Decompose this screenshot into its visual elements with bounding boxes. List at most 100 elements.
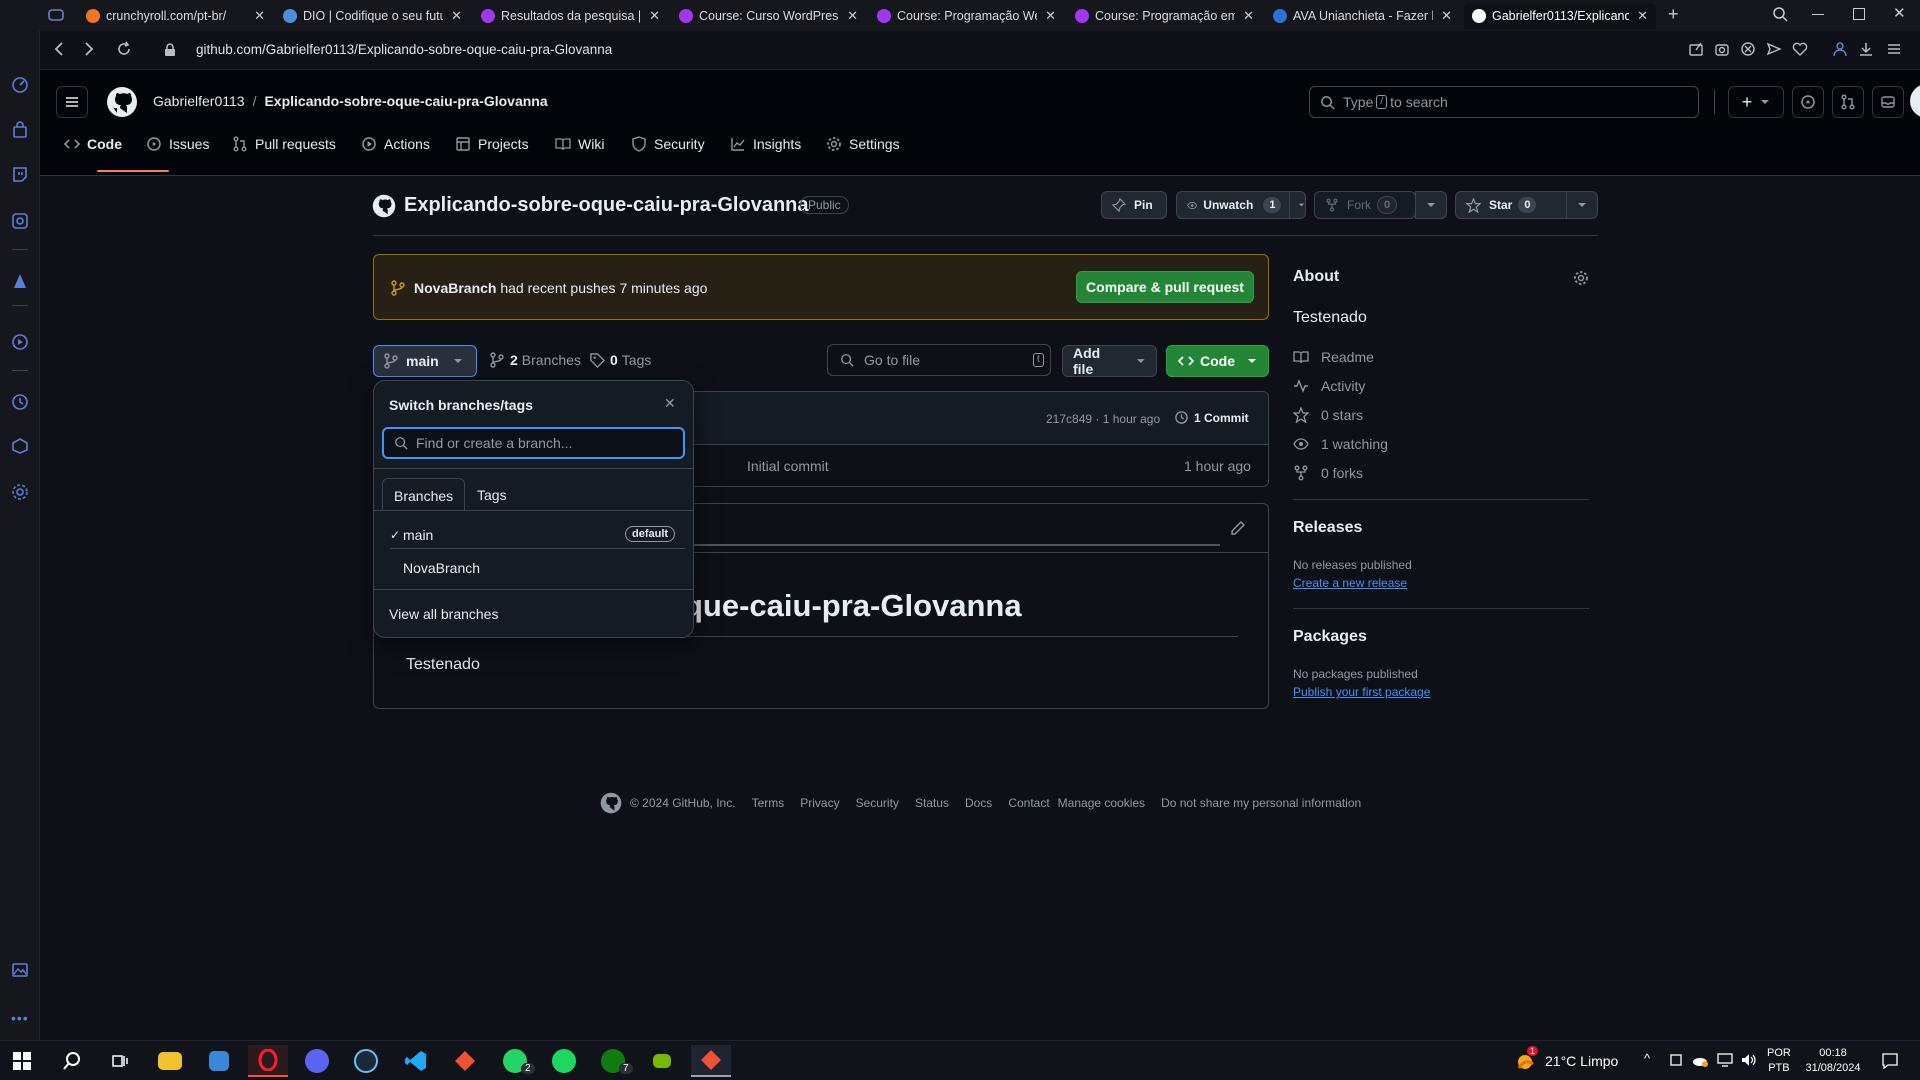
wallpaper-icon[interactable] [11,961,29,979]
github-logo-icon[interactable] [600,792,622,814]
browser-tab[interactable]: crunchyroll.com/pt-br/ ✕ [78,3,273,29]
github-logo-icon[interactable] [106,86,138,118]
shopping-icon[interactable] [11,121,29,139]
branch-item-novabranch[interactable]: NovaBranch [382,551,685,583]
branch-search-input[interactable]: Find or create a branch... [382,427,685,459]
vscode-icon[interactable] [396,1045,436,1077]
create-new-button[interactable]: + [1728,86,1784,118]
repo-link[interactable]: Explicando-sobre-oque-caiu-pra-Glovanna [264,93,547,109]
browser-tab[interactable]: Course: Programação em P ✕ [1067,3,1262,29]
branch-select-button[interactable]: main [373,345,477,377]
adblock-icon[interactable] [1740,41,1756,57]
stars-link[interactable]: 0 stars [1293,407,1363,423]
browser-tab[interactable]: DIO | Codifique o seu futur ✕ [275,3,470,29]
fork-dropdown-button[interactable] [1415,191,1447,219]
player-icon[interactable] [11,333,29,351]
tab-tags[interactable]: Tags [477,487,507,503]
commit-message[interactable]: Initial commit [747,458,829,474]
footer-link-status[interactable]: Status [915,796,949,810]
tab-projects[interactable]: Projects [455,130,529,158]
task-view-icon[interactable] [100,1045,140,1077]
more-icon[interactable]: ••• [11,1010,29,1026]
snapshot-icon[interactable] [1714,41,1730,57]
close-tab-icon[interactable]: ✕ [847,8,858,24]
about-settings-icon[interactable] [1573,270,1589,286]
activity-link[interactable]: Activity [1293,378,1365,394]
tab-settings[interactable]: Settings [826,130,900,158]
pull-requests-button[interactable] [1832,86,1864,118]
forks-link[interactable]: 0 forks [1293,465,1363,481]
weather-text[interactable]: 21°C Limpo [1545,1053,1618,1069]
go-to-file-input[interactable]: Go to file t [827,344,1051,376]
tab-branches[interactable]: Branches [382,478,465,511]
url-text[interactable]: github.com/Gabrielfer0113/Explicando-sob… [196,42,612,57]
edit-readme-icon[interactable] [1230,520,1246,536]
network-icon[interactable] [1717,1053,1733,1067]
restore-icon[interactable] [1853,8,1865,20]
lock-icon[interactable] [164,43,176,57]
onedrive-icon[interactable] [1692,1053,1708,1067]
code-button[interactable]: Code [1166,345,1269,377]
tab-issues[interactable]: Issues [146,130,209,158]
tab-pull-requests[interactable]: Pull requests [232,130,336,158]
spotify-icon[interactable] [544,1045,584,1077]
inbox-button[interactable] [1872,86,1904,118]
branches-link[interactable]: 2 Branches [490,352,581,368]
back-icon[interactable] [52,41,66,57]
speed-dial-icon[interactable] [11,76,29,94]
discord-icon[interactable] [297,1045,337,1077]
pin-button[interactable]: Pin [1101,191,1167,219]
add-file-button[interactable]: Add file [1062,345,1157,377]
opera-icon[interactable] [248,1045,288,1077]
search-icon[interactable] [52,1045,92,1077]
tab-wiki[interactable]: Wiki [555,130,604,158]
new-tab-button[interactable]: + [1668,4,1679,25]
issues-button[interactable] [1792,86,1824,118]
releases-title[interactable]: Releases [1293,519,1362,537]
footer-link-privacy[interactable]: Privacy [800,796,839,810]
nvidia-icon[interactable] [642,1045,682,1077]
footer-link-terms[interactable]: Terms [752,796,785,810]
avatar[interactable] [1910,84,1920,118]
footer-link-contact[interactable]: Contact [1008,796,1049,810]
language-indicator[interactable]: POR PTB [1767,1046,1791,1076]
browser-tab[interactable]: Resultados da pesquisa | Ud ✕ [473,3,668,29]
tab-security[interactable]: Security [631,130,705,158]
show-hidden-icons-icon[interactable]: ^ [1644,1051,1650,1066]
git-icon[interactable] [445,1045,485,1077]
tab-code[interactable]: Code [64,130,122,158]
packages-title[interactable]: Packages [1293,628,1367,646]
git-gui-icon[interactable] [691,1045,731,1077]
browser-tab-active[interactable]: Gabrielfer0113/Explicando ✕ [1464,3,1656,29]
footer-link-docs[interactable]: Docs [965,796,992,810]
publish-package-link[interactable]: Publish your first package [1293,685,1430,699]
menu-button[interactable] [56,86,88,118]
profile-icon[interactable] [1832,41,1848,57]
close-tab-icon[interactable]: ✕ [1637,8,1648,24]
workspaces-icon[interactable] [48,8,64,22]
tray-app-icon[interactable] [1669,1053,1683,1067]
close-tab-icon[interactable]: ✕ [1045,8,1056,24]
notification-icon[interactable] [1881,1052,1899,1070]
clock[interactable]: 00:18 31/08/2024 [1803,1046,1863,1076]
star-dropdown-button[interactable] [1566,191,1598,219]
settings-icon[interactable] [11,483,29,501]
commits-link[interactable]: 1 Commit [1174,410,1249,425]
microsoft-store-icon[interactable] [199,1045,239,1077]
ai-icon[interactable] [11,212,29,230]
send-icon[interactable] [1766,41,1782,57]
close-tab-icon[interactable]: ✕ [1441,8,1452,24]
file-explorer-icon[interactable] [150,1045,190,1077]
extensions-icon[interactable] [11,437,29,455]
create-release-link[interactable]: Create a new release [1293,576,1407,590]
view-all-branches-link[interactable]: View all branches [389,606,498,622]
repo-title[interactable]: Explicando-sobre-oque-caiu-pra-Glovanna [404,194,809,217]
tags-link[interactable]: 0 Tags [590,352,651,368]
download-icon[interactable] [1858,41,1874,57]
search-input[interactable]: Type / to search [1309,86,1699,118]
aria-icon[interactable] [11,272,29,290]
reload-icon[interactable] [116,41,132,57]
browser-tab[interactable]: AVA Unianchieta - Fazer log ✕ [1265,3,1460,29]
weather-icon[interactable]: 1 [1515,1046,1539,1072]
footer-link-do-not-share[interactable]: Do not share my personal information [1161,796,1361,810]
